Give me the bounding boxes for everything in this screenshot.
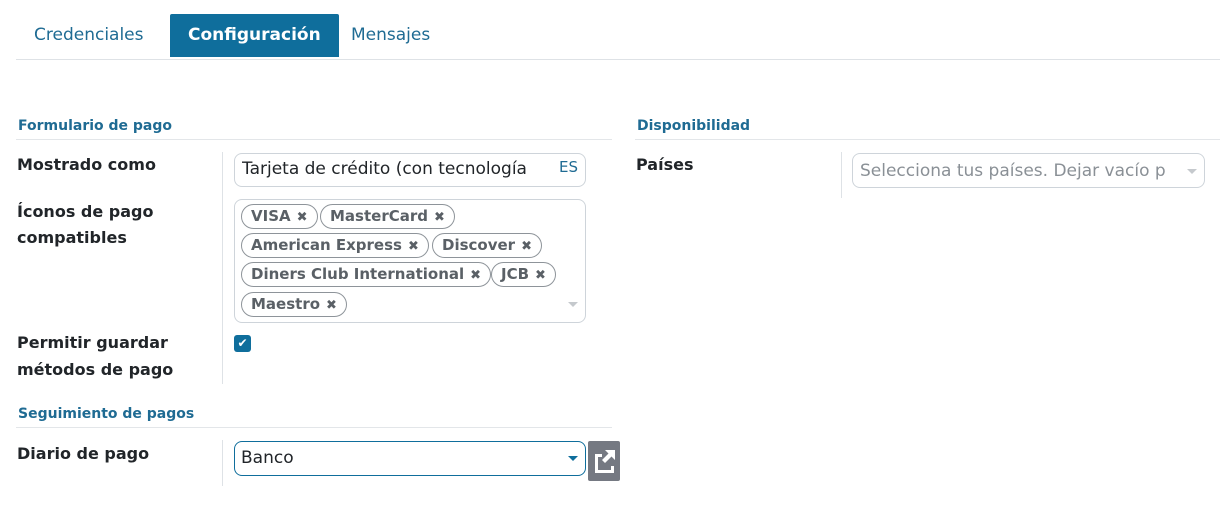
language-button[interactable]: ES	[559, 158, 578, 176]
label-mostrado-como: Mostrado como	[17, 155, 156, 174]
external-link-button[interactable]	[588, 441, 620, 481]
tag-label: VISA	[251, 207, 291, 225]
caret-down-icon[interactable]	[568, 456, 578, 461]
tab-mensajes[interactable]: Mensajes	[333, 14, 448, 57]
payment-journal-value: Banco	[241, 448, 294, 468]
tag-jcb: JCB ✖	[491, 262, 556, 287]
close-icon[interactable]: ✖	[521, 239, 532, 254]
field-separator	[841, 152, 842, 198]
close-icon[interactable]: ✖	[297, 210, 308, 225]
label-iconos-line1: Íconos de pago	[17, 202, 154, 221]
tag-label: Discover	[442, 236, 516, 254]
section-divider	[635, 139, 1220, 140]
label-iconos-line2: compatibles	[17, 228, 127, 247]
allow-save-checkbox[interactable]: ✔	[234, 335, 251, 352]
countries-placeholder: Selecciona tus países. Dejar vacío p	[860, 161, 1166, 181]
close-icon[interactable]: ✖	[470, 268, 481, 283]
check-icon: ✔	[237, 336, 248, 350]
notebook-tabs: Credenciales Configuración Mensajes	[16, 14, 1220, 60]
section-title-disponibilidad: Disponibilidad	[637, 118, 751, 134]
tag-label: American Express	[251, 236, 402, 254]
close-icon[interactable]: ✖	[535, 268, 546, 283]
field-separator	[222, 440, 223, 486]
tag-label: Diners Club International	[251, 265, 465, 283]
tag-label: MasterCard	[330, 207, 428, 225]
close-icon[interactable]: ✖	[326, 298, 337, 313]
tag-visa: VISA ✖	[241, 204, 318, 229]
payment-icons-field[interactable]: VISA ✖ MasterCard ✖ American Express ✖ Disc…	[234, 199, 586, 323]
close-icon[interactable]: ✖	[408, 239, 419, 254]
section-title-seguimiento: Seguimiento de pagos	[18, 406, 195, 422]
payment-journal-select[interactable]: Banco	[234, 441, 586, 476]
caret-down-icon[interactable]	[1187, 169, 1197, 174]
tag-discover: Discover ✖	[432, 233, 542, 258]
caret-down-icon[interactable]	[568, 302, 578, 307]
displayed-as-input[interactable]: Tarjeta de crédito (con tecnología ES	[234, 153, 586, 187]
displayed-as-value: Tarjeta de crédito (con tecnología	[242, 159, 527, 179]
label-permitir-line1: Permitir guardar	[17, 333, 168, 352]
field-separator	[222, 152, 223, 384]
label-permitir-line2: métodos de pago	[17, 360, 174, 379]
section-divider	[16, 427, 612, 428]
label-paises: Países	[636, 155, 694, 174]
tab-configuracion[interactable]: Configuración	[170, 14, 339, 57]
tag-label: JCB	[501, 265, 530, 283]
tag-american-express: American Express ✖	[241, 233, 429, 258]
close-icon[interactable]: ✖	[434, 210, 445, 225]
countries-select[interactable]: Selecciona tus países. Dejar vacío p	[852, 153, 1205, 188]
tag-label: Maestro	[251, 295, 321, 313]
external-link-icon	[595, 450, 615, 473]
tab-credenciales[interactable]: Credenciales	[16, 14, 162, 57]
tag-diners-club: Diners Club International ✖	[241, 262, 492, 287]
tag-maestro: Maestro ✖	[241, 292, 347, 317]
section-divider	[16, 139, 612, 140]
section-title-formulario: Formulario de pago	[18, 118, 173, 134]
label-diario-de-pago: Diario de pago	[17, 444, 150, 463]
tag-mastercard: MasterCard ✖	[320, 204, 455, 229]
